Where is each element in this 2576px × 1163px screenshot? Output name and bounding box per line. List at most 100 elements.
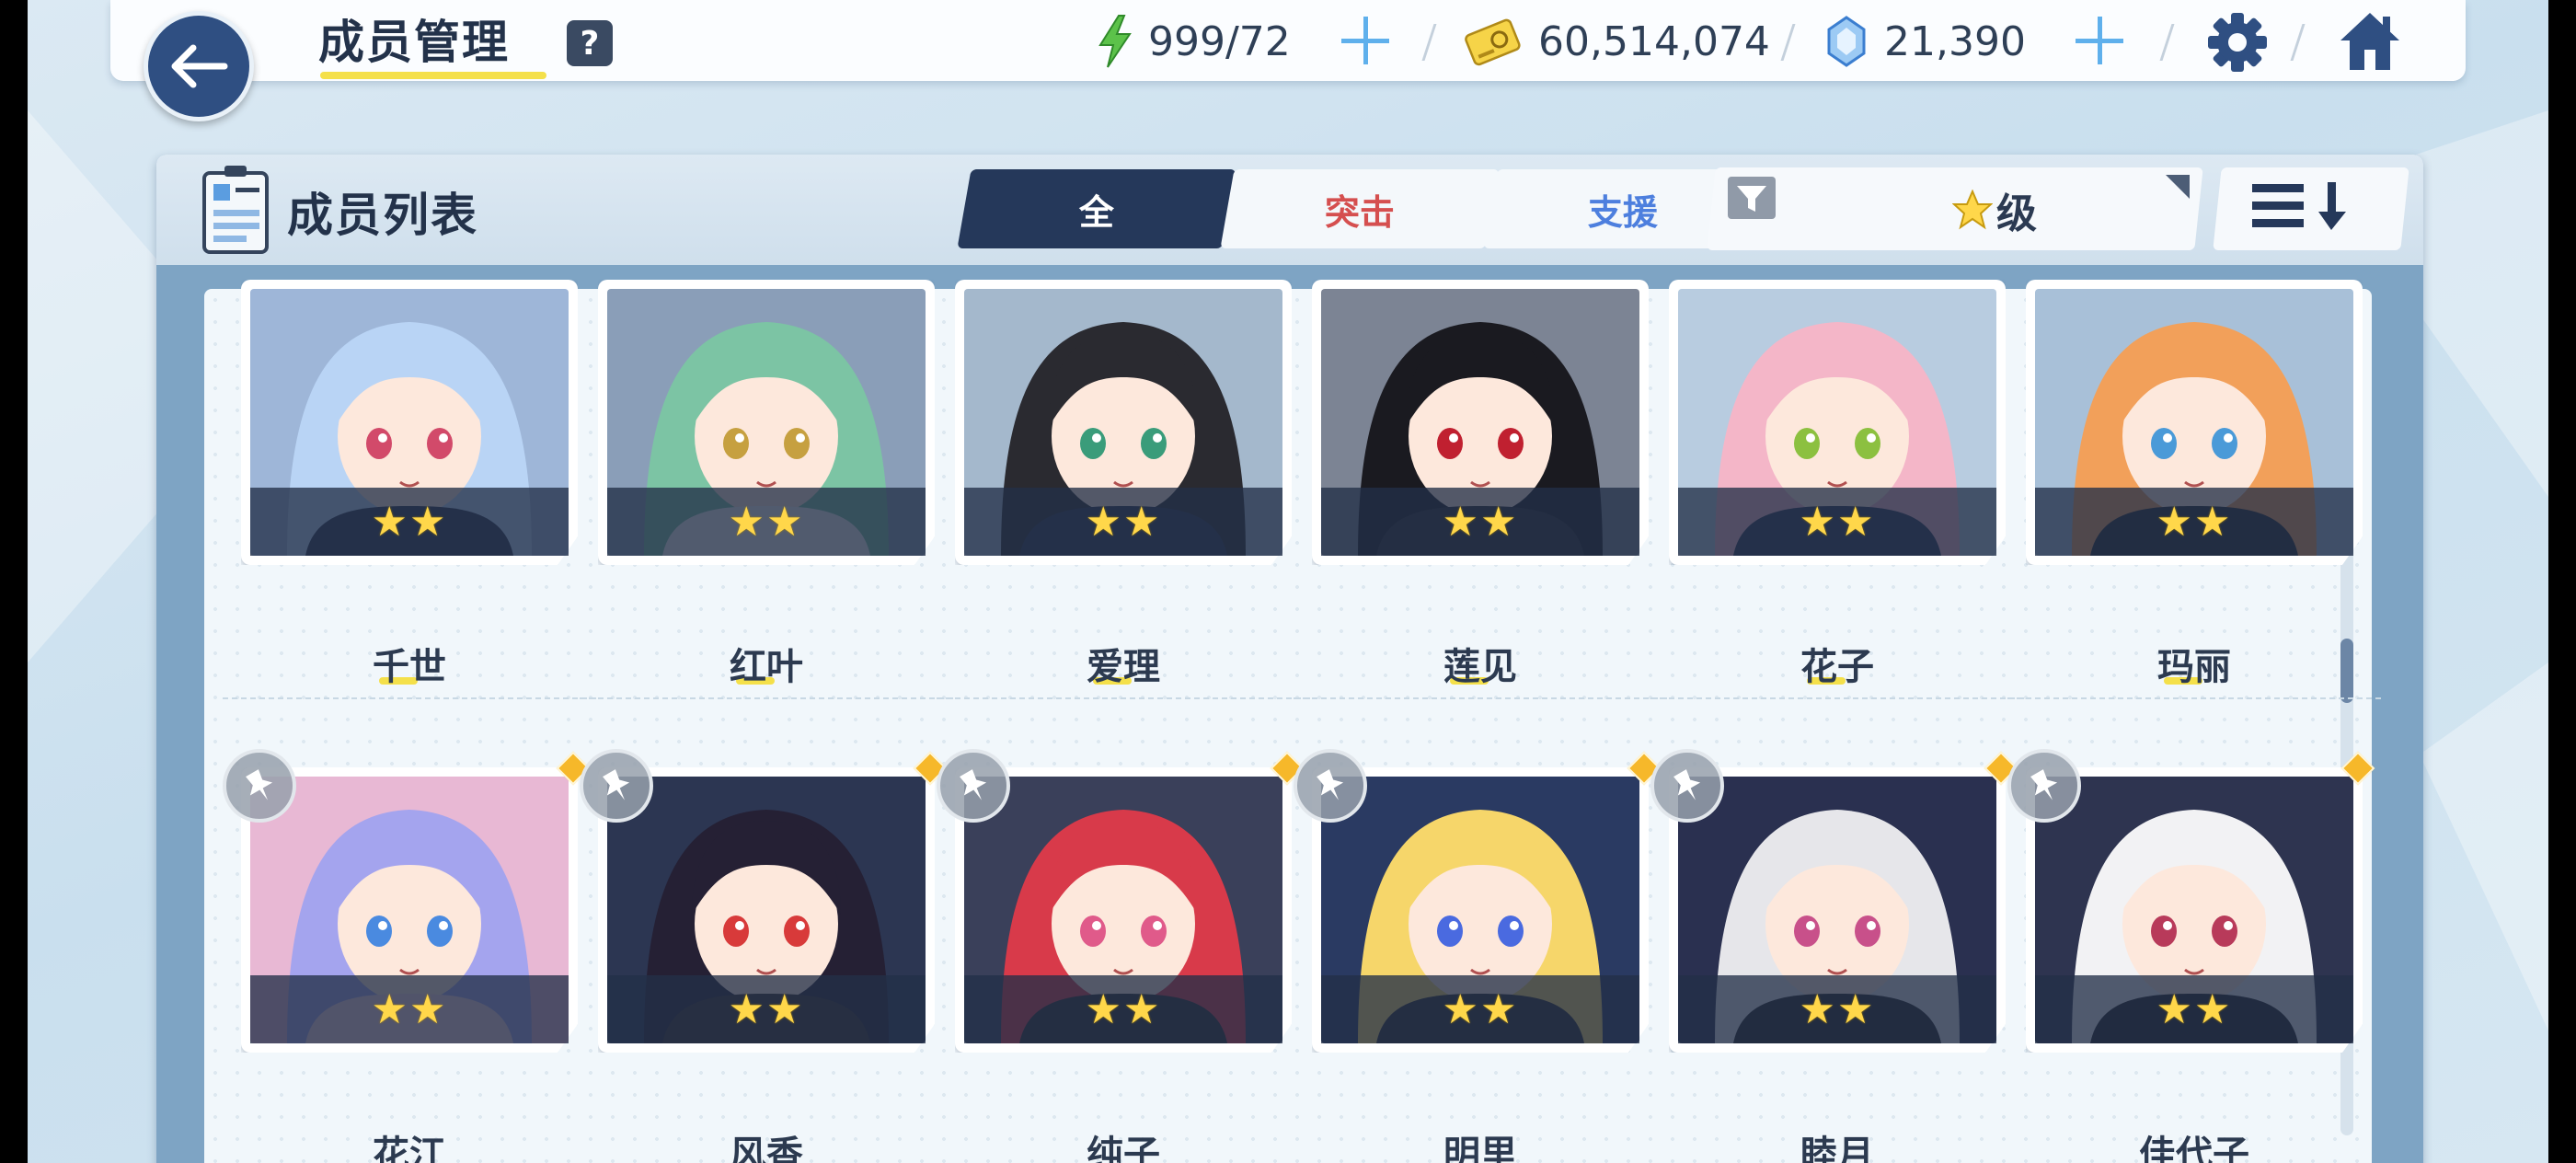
member-list-panel: 成员列表 全 突击 支援 级 ★★ 千世 ★★ 红叶 ★★ 爱理 ★★ 莲见 ★… bbox=[156, 155, 2423, 1163]
star-icons: ★★ bbox=[2156, 498, 2233, 546]
member-name: 佳代子 bbox=[2139, 1134, 2249, 1163]
roster-clipboard-icon bbox=[202, 166, 269, 254]
star-icons: ★★ bbox=[371, 498, 448, 546]
credits-counter: 60,514,074 bbox=[1463, 9, 1770, 74]
pyroxene-gem-icon bbox=[1827, 16, 1866, 67]
game-screen: 成员管理 ? 999/72 60,514,074 21,390 成员列表 全 突… bbox=[28, 0, 2548, 1163]
filter-value: 级 bbox=[1996, 190, 2037, 237]
star-icons: ★★ bbox=[1085, 985, 1162, 1033]
member-card[interactable]: ★★ bbox=[1312, 280, 1649, 565]
help-button[interactable]: ? bbox=[567, 20, 613, 66]
star-icons: ★★ bbox=[1085, 498, 1162, 546]
member-name: 风香 bbox=[730, 1134, 803, 1163]
member-name-row: 玛丽 bbox=[2007, 637, 2381, 699]
row-divider bbox=[2007, 697, 2381, 699]
member-name: 花子 bbox=[1800, 646, 1874, 688]
member-card[interactable]: ★★ bbox=[241, 280, 578, 565]
star-rating: ★★ bbox=[607, 488, 926, 556]
star-icon bbox=[1952, 190, 1993, 230]
row-divider bbox=[937, 697, 1310, 699]
star-rating: ★★ bbox=[964, 975, 1282, 1043]
member-name: 花江 bbox=[373, 1134, 446, 1163]
title-underline bbox=[320, 72, 546, 79]
member-name: 纯子 bbox=[1087, 1134, 1160, 1163]
star-icons: ★★ bbox=[728, 498, 805, 546]
star-rating: ★★ bbox=[1321, 975, 1639, 1043]
star-icons: ★★ bbox=[1442, 498, 1519, 546]
credit-card-icon bbox=[1465, 18, 1521, 66]
member-card[interactable]: ★★ bbox=[598, 280, 935, 565]
member-card[interactable]: ★★ bbox=[1669, 280, 2006, 565]
filter-label: 级 bbox=[1952, 180, 2037, 239]
star-icons: ★★ bbox=[2156, 985, 2233, 1033]
star-rating: ★★ bbox=[607, 975, 926, 1043]
star-rating: ★★ bbox=[250, 488, 569, 556]
member-card[interactable]: ★★ bbox=[1294, 749, 1662, 1053]
member-name-row: 佳代子 bbox=[2026, 1124, 2363, 1163]
lightning-icon bbox=[1098, 15, 1132, 68]
member-name-row: 爱理 bbox=[937, 637, 1310, 699]
page-title: 成员管理 bbox=[318, 16, 510, 69]
member-card[interactable]: ★★ bbox=[955, 280, 1292, 565]
member-name-row: 纯子 bbox=[955, 1124, 1292, 1163]
pin-icon[interactable] bbox=[2007, 749, 2081, 823]
pin-icon[interactable] bbox=[1294, 749, 1367, 823]
settings-gear-icon[interactable] bbox=[2206, 11, 2269, 74]
home-icon[interactable] bbox=[2337, 9, 2403, 74]
filter-funnel-icon bbox=[1728, 177, 1776, 219]
member-name: 红叶 bbox=[730, 646, 803, 688]
star-icons: ★★ bbox=[728, 985, 805, 1033]
star-icons: ★★ bbox=[1442, 985, 1519, 1033]
star-rating: ★★ bbox=[2035, 975, 2353, 1043]
member-name-row: 睦月 bbox=[1669, 1124, 2006, 1163]
star-rating: ★★ bbox=[1678, 488, 1996, 556]
back-button[interactable] bbox=[144, 11, 254, 121]
dropdown-corner-icon bbox=[2166, 175, 2190, 199]
star-rating: ★★ bbox=[1321, 488, 1639, 556]
member-name-row: 花江 bbox=[241, 1124, 578, 1163]
tab-all[interactable]: 全 bbox=[957, 169, 1236, 248]
pin-icon[interactable] bbox=[580, 749, 653, 823]
row-divider bbox=[1650, 697, 2024, 699]
ap-counter: 999/72 bbox=[1095, 9, 1291, 74]
back-arrow-icon bbox=[171, 44, 228, 88]
member-name-row: 红叶 bbox=[580, 637, 953, 699]
add-ap-button[interactable] bbox=[1338, 13, 1393, 68]
star-rating: ★★ bbox=[2035, 488, 2353, 556]
pin-icon[interactable] bbox=[937, 749, 1010, 823]
member-name-row: 花子 bbox=[1650, 637, 2024, 699]
member-name: 爱理 bbox=[1087, 646, 1160, 688]
member-name-row: 千世 bbox=[223, 637, 596, 699]
add-pyroxene-button[interactable] bbox=[2072, 13, 2127, 68]
member-name: 玛丽 bbox=[2157, 646, 2231, 688]
tab-assault[interactable]: 突击 bbox=[1220, 169, 1500, 248]
ap-value: 999/72 bbox=[1148, 17, 1291, 65]
star-icons: ★★ bbox=[1799, 985, 1876, 1033]
tab-assault-label: 突击 bbox=[1324, 191, 1395, 233]
star-icons: ★★ bbox=[1799, 498, 1876, 546]
pyroxene-counter: 21,390 bbox=[1825, 9, 2026, 74]
member-name: 千世 bbox=[373, 646, 446, 688]
member-card[interactable]: ★★ bbox=[223, 749, 591, 1053]
member-name-row: 明里 bbox=[1312, 1124, 1649, 1163]
sort-descending-icon bbox=[2252, 182, 2346, 230]
member-name-row: 莲见 bbox=[1294, 637, 1667, 699]
member-card[interactable]: ★★ bbox=[580, 749, 948, 1053]
panel-title: 成员列表 bbox=[287, 189, 478, 242]
member-name-row: 风香 bbox=[598, 1124, 935, 1163]
member-name: 明里 bbox=[1443, 1134, 1517, 1163]
member-card[interactable]: ★★ bbox=[2026, 280, 2363, 565]
row-divider bbox=[580, 697, 953, 699]
pin-icon[interactable] bbox=[223, 749, 296, 823]
member-card[interactable]: ★★ bbox=[937, 749, 1305, 1053]
member-grid[interactable]: ★★ 千世 ★★ 红叶 ★★ 爱理 ★★ 莲见 ★★ 花子 ★★ 玛丽 ★★ 花… bbox=[204, 280, 2381, 1163]
star-icons: ★★ bbox=[371, 985, 448, 1033]
pin-icon[interactable] bbox=[1650, 749, 1724, 823]
member-name: 莲见 bbox=[1443, 646, 1517, 688]
member-name: 睦月 bbox=[1800, 1134, 1874, 1163]
member-card[interactable]: ★★ bbox=[1650, 749, 2018, 1053]
member-card[interactable]: ★★ bbox=[2007, 749, 2375, 1053]
credits-value: 60,514,074 bbox=[1538, 17, 1770, 65]
star-rating: ★★ bbox=[250, 975, 569, 1043]
row-divider bbox=[1294, 697, 1667, 699]
